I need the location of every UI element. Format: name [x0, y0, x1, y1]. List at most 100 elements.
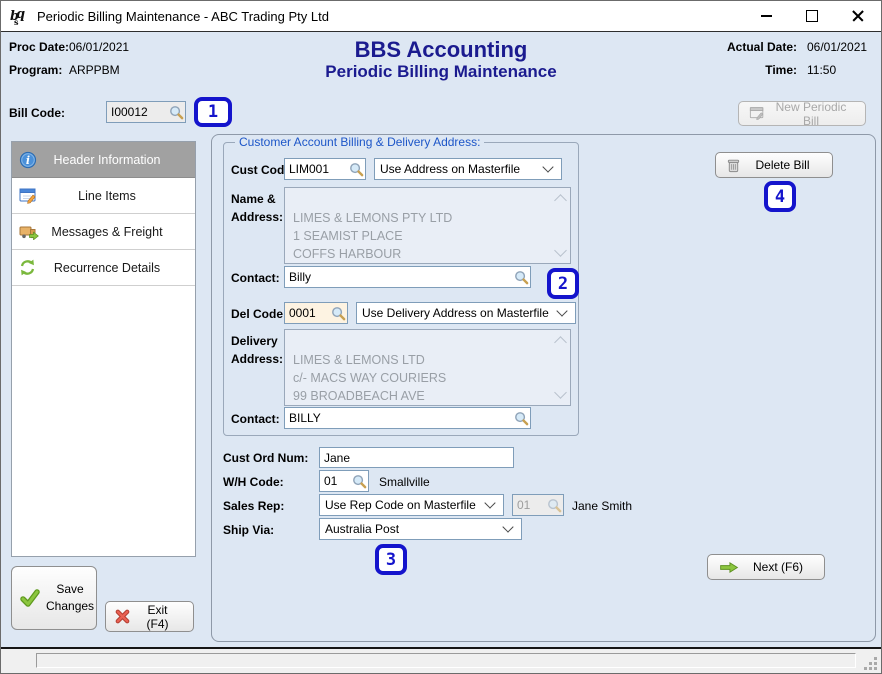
truck-icon: [19, 224, 43, 240]
cust-ord-num-field-wrap: [319, 447, 514, 468]
green-check-icon: [20, 588, 40, 608]
sales-rep-label: Sales Rep:: [223, 499, 284, 513]
exit-button[interactable]: Exit (F4): [105, 601, 194, 632]
sidebar-item-label: Messages & Freight: [43, 225, 195, 239]
time-label: Time:: [765, 63, 797, 77]
sales-rep-code-field-wrap: [512, 494, 564, 516]
delivery-mode-select[interactable]: Use Delivery Address on Masterfile: [356, 302, 576, 324]
sales-rep-lookup-icon: [547, 498, 562, 513]
ship-via-value: Australia Post: [325, 522, 399, 536]
exit-label: Exit (F4): [136, 603, 193, 631]
contact-lookup-icon[interactable]: [514, 270, 529, 285]
ship-via-label: Ship Via:: [223, 523, 274, 537]
cust-code-field-wrap: [284, 158, 366, 180]
del-code-lookup-icon[interactable]: [331, 306, 346, 321]
scroll-up-icon: [554, 336, 567, 349]
sales-rep-name: Jane Smith: [572, 499, 632, 513]
time-value: 11:50: [807, 63, 836, 77]
svg-text:s: s: [14, 17, 19, 26]
screen-title: Periodic Billing Maintenance: [1, 62, 881, 82]
delivery-address-box: LIMES & LEMONS LTD c/- MACS WAY COURIERS…: [284, 329, 571, 406]
address-mode-value: Use Address on Masterfile: [380, 162, 520, 176]
maximize-icon: [806, 10, 818, 22]
status-message-field: [36, 653, 856, 668]
app-window: b b s Periodic Billing Maintenance - ABC…: [0, 0, 882, 674]
groupbox-title: Customer Account Billing & Delivery Addr…: [235, 135, 484, 149]
contact-label: Contact:: [231, 271, 280, 285]
close-button[interactable]: [835, 1, 881, 31]
save-changes-button[interactable]: Save Changes: [11, 566, 97, 630]
delivery-mode-value: Use Delivery Address on Masterfile: [362, 306, 549, 320]
ship-via-select[interactable]: Australia Post: [319, 518, 522, 540]
delete-bill-button[interactable]: Delete Bill: [715, 152, 833, 178]
minimize-icon: [761, 15, 772, 17]
next-label: Next (F6): [746, 560, 824, 574]
chevron-down-icon: [542, 161, 553, 172]
new-periodic-bill-button: New Periodic Bill: [738, 101, 866, 126]
trash-icon: [726, 158, 741, 173]
sidebar-item-recurrence-details[interactable]: Recurrence Details: [12, 250, 195, 286]
chevron-down-icon: [502, 521, 513, 532]
save-changes-label: Save Changes: [46, 581, 100, 615]
cust-code-lookup-icon[interactable]: [349, 162, 364, 177]
svg-text:i: i: [26, 154, 30, 167]
green-arrow-right-icon: [718, 561, 740, 574]
scroll-down-icon: [554, 244, 567, 257]
sales-rep-mode-select[interactable]: Use Rep Code on Masterfile: [319, 494, 504, 516]
red-x-icon: [115, 609, 130, 624]
wh-code-label: W/H Code:: [223, 475, 284, 489]
wh-code-description: Smallville: [379, 475, 430, 489]
annotation-marker-4: 4: [764, 181, 796, 212]
delivery-address-label: Delivery Address:: [231, 332, 283, 368]
actual-date-value: 06/01/2021: [807, 40, 867, 54]
address-mode-select[interactable]: Use Address on Masterfile: [374, 158, 562, 180]
delivery-contact-field-wrap: [284, 407, 531, 429]
maximize-button[interactable]: [789, 1, 835, 31]
delivery-contact-label: Contact:: [231, 412, 280, 426]
form-edit-icon: [749, 106, 765, 121]
info-icon: i: [19, 151, 43, 169]
wh-code-field-wrap: [319, 470, 369, 492]
minimize-button[interactable]: [743, 1, 789, 31]
del-code-label: Del Code:: [231, 307, 287, 321]
sidebar: i Header Information Line Items Messages…: [11, 141, 196, 557]
sidebar-item-label: Header Information: [43, 153, 195, 167]
status-bar: [1, 647, 881, 674]
delivery-contact-lookup-icon[interactable]: [514, 411, 529, 426]
sidebar-item-messages-freight[interactable]: Messages & Freight: [12, 214, 195, 250]
annotation-marker-3: 3: [375, 544, 407, 575]
cust-ord-num-input[interactable]: [319, 447, 514, 468]
contact-input[interactable]: [284, 266, 531, 288]
cust-ord-num-label: Cust Ord Num:: [223, 451, 308, 465]
resize-grip[interactable]: [864, 657, 878, 671]
delete-bill-label: Delete Bill: [747, 158, 832, 172]
bill-code-lookup-icon[interactable]: [169, 105, 184, 120]
window-title: Periodic Billing Maintenance - ABC Tradi…: [37, 9, 329, 24]
annotation-marker-2: 2: [547, 268, 579, 299]
form-edit-icon: [19, 187, 43, 205]
sidebar-item-label: Recurrence Details: [43, 261, 195, 275]
next-button[interactable]: Next (F6): [707, 554, 825, 580]
app-logo-icon: b b s: [9, 7, 28, 26]
new-periodic-bill-label: New Periodic Bill: [771, 100, 865, 128]
del-code-field-wrap: [284, 302, 348, 324]
actual-date-label: Actual Date:: [727, 40, 797, 54]
sidebar-item-label: Line Items: [43, 189, 195, 203]
sidebar-item-line-items[interactable]: Line Items: [12, 178, 195, 214]
chevron-down-icon: [556, 305, 567, 316]
sidebar-item-header-information[interactable]: i Header Information: [12, 142, 195, 178]
bill-code-label: Bill Code:: [9, 106, 65, 120]
annotation-marker-1: 1: [194, 97, 232, 127]
delivery-contact-input[interactable]: [284, 407, 531, 429]
bill-code-field-wrap: [106, 101, 186, 123]
chevron-down-icon: [484, 497, 495, 508]
wh-code-lookup-icon[interactable]: [352, 474, 367, 489]
scroll-up-icon: [554, 194, 567, 207]
recycle-icon: [19, 259, 43, 276]
scroll-down-icon: [554, 386, 567, 399]
name-address-label: Name & Address:: [231, 190, 283, 226]
name-address-box: LIMES & LEMONS PTY LTD 1 SEAMIST PLACE C…: [284, 187, 571, 264]
sales-rep-mode-value: Use Rep Code on Masterfile: [325, 498, 476, 512]
contact-field-wrap: [284, 266, 531, 288]
close-icon: [852, 10, 864, 22]
